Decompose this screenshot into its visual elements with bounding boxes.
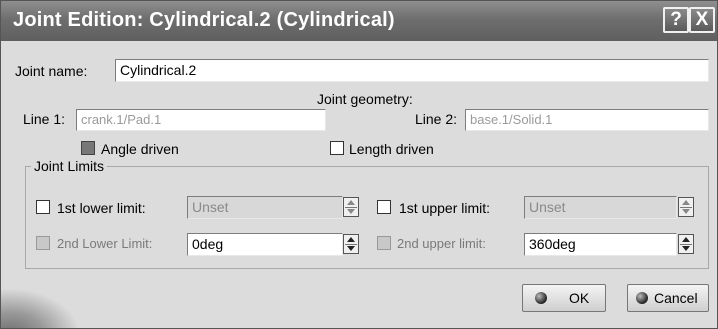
help-button[interactable]: ? [663, 7, 689, 33]
line1-label: Line 1: [23, 111, 66, 127]
second-lower-limit-label: 2nd Lower Limit: [57, 236, 153, 251]
close-button[interactable]: X [689, 7, 715, 33]
dialog-body: Joint name: Cylindrical.2 Joint geometry… [1, 41, 717, 328]
first-upper-limit-input: Unset [524, 196, 677, 219]
length-driven-label: Length driven [349, 141, 434, 157]
ok-button[interactable]: OK [522, 284, 606, 312]
second-upper-limit-checkbox [377, 236, 391, 250]
cancel-button[interactable]: Cancel [627, 284, 709, 312]
corner-swoosh-decoration [1, 288, 81, 328]
joint-limits-title: Joint Limits [31, 158, 108, 174]
second-lower-limit-input[interactable]: 0deg [187, 233, 343, 256]
second-lower-limit-checkbox [36, 236, 50, 250]
first-upper-limit-label: 1st upper limit: [399, 200, 491, 216]
second-upper-limit-input[interactable]: 360deg [524, 233, 677, 256]
ok-bullet-icon [535, 292, 547, 304]
second-lower-limit-spinner[interactable] [343, 234, 359, 254]
first-lower-limit-input: Unset [187, 196, 343, 219]
first-lower-limit-label: 1st lower limit: [57, 200, 146, 216]
line2-field: base.1/Solid.1 [465, 109, 709, 131]
first-upper-limit-checkbox[interactable] [377, 200, 391, 214]
angle-driven-checkbox[interactable] [81, 141, 95, 155]
joint-geometry-heading: Joint geometry: [317, 91, 413, 107]
first-lower-limit-checkbox[interactable] [36, 200, 50, 214]
second-upper-limit-spinner[interactable] [678, 234, 694, 254]
first-lower-limit-spinner [343, 197, 359, 217]
line1-field: crank.1/Pad.1 [76, 109, 326, 131]
joint-name-label: Joint name: [15, 63, 88, 79]
length-driven-checkbox[interactable] [330, 141, 344, 155]
cancel-bullet-icon [636, 292, 648, 304]
window-title: Joint Edition: Cylindrical.2 (Cylindrica… [13, 9, 395, 31]
ok-button-label: OK [569, 290, 590, 306]
joint-edition-dialog: Joint Edition: Cylindrical.2 (Cylindrica… [0, 0, 718, 329]
angle-driven-label: Angle driven [101, 141, 179, 157]
second-upper-limit-label: 2nd upper limit: [397, 236, 486, 251]
joint-name-input[interactable]: Cylindrical.2 [115, 59, 709, 82]
first-upper-limit-spinner [678, 197, 694, 217]
title-bar[interactable]: Joint Edition: Cylindrical.2 (Cylindrica… [1, 1, 717, 41]
line2-label: Line 2: [415, 111, 458, 127]
cancel-button-label: Cancel [654, 290, 698, 306]
